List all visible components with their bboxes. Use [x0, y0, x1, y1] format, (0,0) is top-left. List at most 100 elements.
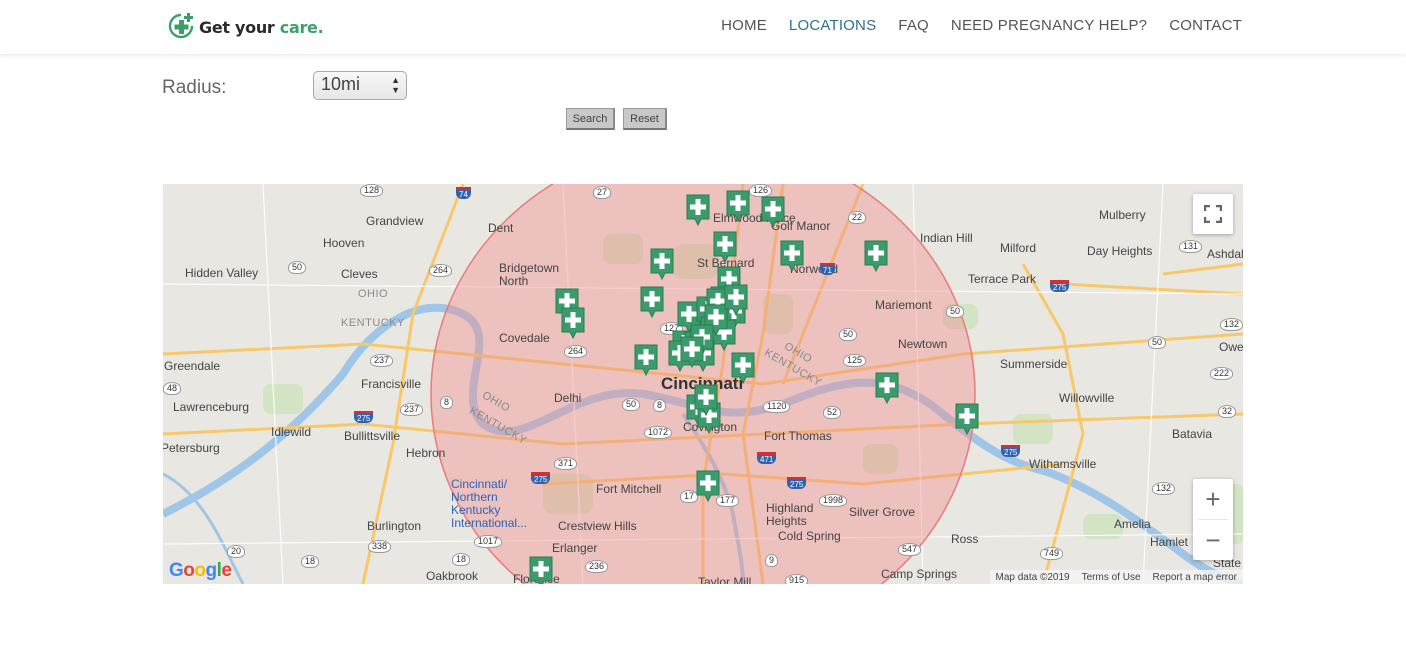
zoom-out-button[interactable]: − [1193, 520, 1233, 560]
medical-cross-icon [529, 556, 553, 584]
location-marker[interactable] [725, 190, 751, 223]
route-shield: 1120 [763, 400, 791, 413]
radius-select-value: 10mi [321, 74, 361, 94]
interstate-shield: 471 [757, 452, 777, 464]
nav-pregnancy-help[interactable]: NEED PREGNANCY HELP? [951, 17, 1147, 34]
route-shield: 338 [368, 540, 392, 553]
locations-map[interactable]: Grandview Hooven Hidden Valley Cleves De… [163, 184, 1243, 584]
interstate-shield: 275 [1001, 445, 1021, 457]
location-marker[interactable] [723, 284, 749, 317]
medical-cross-icon [634, 344, 658, 377]
google-logo[interactable]: Google [169, 560, 232, 582]
route-shield: 1998 [819, 494, 848, 507]
route-shield: 18 [452, 553, 471, 566]
medical-cross-icon [713, 231, 737, 264]
location-marker[interactable] [760, 196, 786, 229]
location-marker[interactable] [679, 336, 705, 369]
route-shield: 32 [1218, 405, 1237, 418]
place-label: Terrace Park [968, 272, 1037, 286]
select-arrows-icon: ▲ ▼ [391, 75, 400, 95]
location-marker[interactable] [685, 194, 711, 227]
route-shield: 125 [843, 354, 867, 367]
route-shield: 8 [653, 399, 667, 412]
radius-select[interactable]: 10mi ▲ ▼ [313, 71, 407, 100]
reset-button[interactable]: Reset [623, 108, 667, 130]
route-shield: 128 [360, 184, 384, 197]
place-label: Owe [1219, 340, 1243, 354]
place-label: Bullittsville [344, 429, 401, 443]
place-label: Newtown [898, 337, 948, 351]
place-label: Fort Thomas [764, 429, 832, 443]
medical-cross-icon [875, 372, 899, 405]
location-marker[interactable] [693, 384, 719, 417]
location-marker[interactable] [560, 307, 586, 340]
nav-contact[interactable]: CONTACT [1169, 17, 1242, 34]
route-shield: 48 [163, 382, 182, 395]
medical-cross-icon [864, 240, 888, 273]
location-marker[interactable] [633, 344, 659, 377]
location-marker[interactable] [639, 286, 665, 319]
interstate-shield: 275 [787, 477, 807, 489]
terms-of-use-link[interactable]: Terms of Use [1082, 572, 1141, 583]
route-shield: 236 [585, 560, 609, 573]
place-label: Hooven [323, 236, 365, 250]
place-label: Greendale [164, 359, 221, 373]
route-shield: 131 [1179, 240, 1203, 253]
place-label: Day Heights [1087, 244, 1153, 258]
search-button[interactable]: Search [566, 108, 615, 130]
place-label: Taylor Mill [698, 575, 752, 584]
zoom-controls: + − [1193, 479, 1233, 560]
medical-cross-icon [780, 240, 804, 273]
location-marker[interactable] [874, 372, 900, 405]
place-label: Covedale [499, 331, 550, 345]
route-shield: 50 [839, 328, 858, 341]
route-shield: 27 [593, 186, 612, 199]
state-label: KENTUCKY [341, 317, 405, 329]
route-shield: 132 [1220, 318, 1243, 331]
route-shield: 50 [288, 261, 307, 274]
route-shield: 132 [1152, 482, 1176, 495]
place-label: Hebron [406, 446, 446, 460]
nav-faq[interactable]: FAQ [898, 17, 929, 34]
place-label: Cleves [341, 267, 378, 281]
route-shield: 264 [564, 345, 588, 358]
report-map-error-link[interactable]: Report a map error [1153, 572, 1237, 583]
location-marker[interactable] [695, 470, 721, 503]
nav-home[interactable]: HOME [721, 17, 767, 34]
zoom-in-button[interactable]: + [1193, 479, 1233, 519]
place-label: Silver Grove [849, 505, 916, 519]
route-shield: 915 [785, 574, 809, 584]
location-marker[interactable] [712, 231, 738, 264]
place-label: Ashdal [1207, 247, 1243, 261]
radius-label: Radius: [162, 77, 227, 98]
place-label: Highland Heights [766, 501, 814, 528]
medical-cross-icon [686, 194, 710, 227]
route-shield: 222 [1210, 367, 1234, 380]
place-label: Hamlet [1150, 535, 1189, 549]
location-marker[interactable] [730, 352, 756, 385]
place-label: Petersburg [163, 441, 220, 455]
place-label: Delhi [554, 391, 582, 405]
route-shield: 50 [622, 398, 641, 411]
airport-label: Cincinnati/ Northern Kentucky Internatio… [451, 477, 528, 530]
location-marker[interactable] [649, 248, 675, 281]
place-label: Hidden Valley [185, 266, 259, 280]
place-label: Idlewild [271, 425, 312, 439]
state-label: OHIO [358, 288, 389, 300]
location-marker[interactable] [528, 556, 554, 584]
interstate-shield: 275 [531, 472, 551, 484]
location-marker[interactable] [779, 240, 805, 273]
location-marker[interactable] [954, 403, 980, 436]
interstate-shield: 275 [354, 411, 374, 423]
place-label: Amelia [1114, 517, 1151, 531]
route-shield: 52 [823, 406, 842, 419]
route-shield: 50 [946, 305, 965, 318]
route-shield: 18 [301, 555, 320, 568]
fullscreen-button[interactable] [1193, 194, 1233, 234]
place-label: Burlington [367, 519, 422, 533]
route-shield: 1017 [474, 535, 503, 548]
medical-cross-icon [761, 196, 785, 229]
site-logo[interactable]: Get your care. [167, 12, 324, 42]
location-marker[interactable] [863, 240, 889, 273]
nav-locations[interactable]: LOCATIONS [789, 17, 876, 34]
